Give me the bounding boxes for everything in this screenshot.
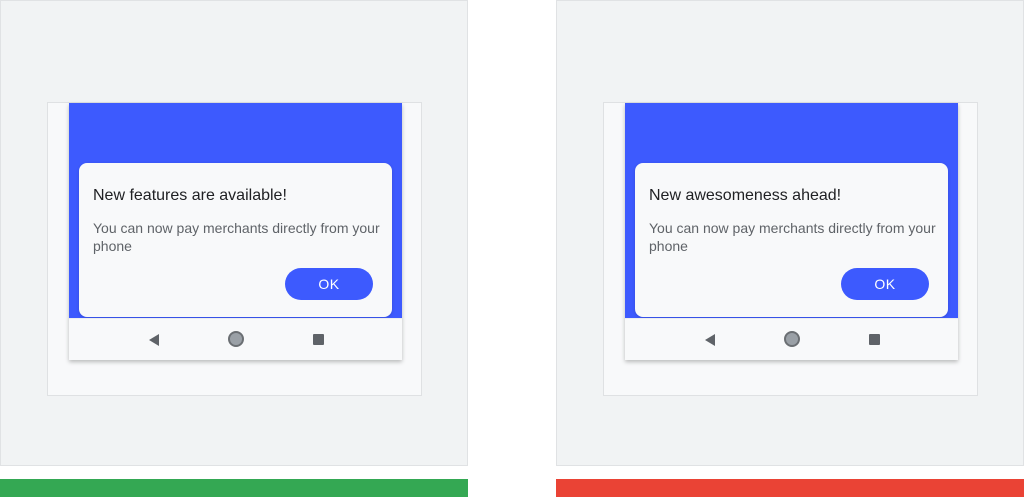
do-indicator-bar [0,479,468,497]
dialog-title: New features are available! [93,187,287,204]
example-panel-right: New awesomeness ahead! You can now pay m… [556,0,1024,466]
recents-icon[interactable] [313,334,324,345]
ok-button[interactable]: OK [285,268,373,300]
device-card: New features are available! You can now … [47,102,422,396]
home-icon[interactable] [228,331,244,347]
phone-screen: New awesomeness ahead! You can now pay m… [625,103,958,360]
alert-dialog: New features are available! You can now … [79,163,392,317]
dialog-body: You can now pay merchants directly from … [649,220,936,254]
example-panel-left: New features are available! You can now … [0,0,468,466]
dont-indicator-bar [556,479,1024,497]
device-card: New awesomeness ahead! You can now pay m… [603,102,978,396]
recents-icon[interactable] [869,334,880,345]
alert-dialog: New awesomeness ahead! You can now pay m… [635,163,948,317]
ok-button[interactable]: OK [841,268,929,300]
navigation-bar [69,318,402,360]
dialog-title: New awesomeness ahead! [649,187,842,204]
back-icon[interactable] [149,334,159,346]
dialog-body: You can now pay merchants directly from … [93,220,380,254]
home-icon[interactable] [784,331,800,347]
phone-screen: New features are available! You can now … [69,103,402,360]
back-icon[interactable] [705,334,715,346]
navigation-bar [625,318,958,360]
